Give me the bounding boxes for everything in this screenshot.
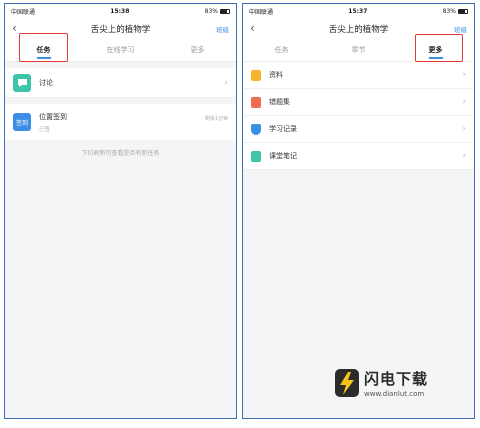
chevron-right-icon: › bbox=[224, 77, 228, 88]
watermark-title: 闪电下载 bbox=[364, 370, 429, 388]
checkin-label: 位置签到 bbox=[39, 112, 67, 121]
clock: 15:38 bbox=[110, 7, 130, 15]
course-title: 舌尖上的植物学 bbox=[328, 25, 389, 35]
class-link[interactable]: 班级 bbox=[216, 24, 229, 34]
course-title: 舌尖上的植物学 bbox=[90, 25, 151, 35]
list-item-class-notes[interactable]: 课堂笔记 › bbox=[243, 143, 474, 170]
status-bar: 中国联通 15:37 83% bbox=[243, 4, 474, 18]
refresh-hint: 下拉刷新可查看是否有新任务 bbox=[81, 150, 160, 157]
discussion-label: 讨论 bbox=[39, 78, 53, 87]
status-bar: 中国联通 15:38 83% bbox=[5, 4, 236, 18]
discussion-icon bbox=[13, 73, 31, 92]
back-icon[interactable]: ‹ bbox=[12, 21, 17, 35]
class-link[interactable]: 班级 bbox=[454, 24, 467, 34]
battery-percent: 83% bbox=[204, 7, 218, 15]
chevron-right-icon: › bbox=[462, 124, 466, 134]
materials-label: 资料 bbox=[269, 71, 283, 79]
nav-bar: ‹ 舌尖上的植物学 班级 bbox=[243, 18, 474, 40]
wrong-questions-icon bbox=[251, 96, 261, 108]
watermark-url: www.dianlut.com bbox=[364, 390, 425, 398]
tab-more[interactable]: 更多 bbox=[397, 40, 474, 62]
tab-bar: 任务 章节 更多 bbox=[243, 34, 474, 62]
list-item-wrong-questions[interactable]: 错题集 › bbox=[243, 89, 474, 116]
list-item-checkin[interactable]: 签到 位置签到 已签 剩余1分钟 bbox=[5, 104, 236, 140]
clock: 15:37 bbox=[348, 7, 368, 15]
chevron-right-icon: › bbox=[462, 151, 466, 161]
more-list: 资料 › 错题集 › 学习记录 › 课堂笔记 › bbox=[243, 62, 474, 170]
note-icon bbox=[251, 150, 261, 162]
checkin-icon: 签到 bbox=[13, 113, 31, 131]
carrier-label: 中国联通 bbox=[249, 8, 274, 16]
tab-tasks[interactable]: 任务 bbox=[243, 40, 320, 62]
tab-chapters[interactable]: 章节 bbox=[320, 40, 397, 62]
task-list: 讨论 › bbox=[5, 68, 236, 98]
tab-bar: 任务 在线学习 更多 bbox=[5, 33, 236, 62]
left-phone-screenshot: 中国联通 15:38 83% ‹ 舌尖上的植物学 班级 任务 在线学习 更多 讨… bbox=[4, 3, 237, 419]
lightning-logo-icon bbox=[334, 368, 360, 398]
checkin-status: 已签 bbox=[39, 126, 51, 133]
study-record-label: 学习记录 bbox=[269, 125, 297, 133]
carrier-label: 中国联通 bbox=[11, 8, 36, 16]
shield-icon bbox=[251, 123, 261, 135]
class-notes-label: 课堂笔记 bbox=[269, 152, 297, 160]
list-item-study-record[interactable]: 学习记录 › bbox=[243, 116, 474, 143]
list-item-discussion[interactable]: 讨论 › bbox=[5, 68, 236, 98]
nav-bar: ‹ 舌尖上的植物学 班级 bbox=[5, 18, 236, 40]
right-phone-screenshot: 中国联通 15:37 83% ‹ 舌尖上的植物学 班级 任务 章节 更多 资料 … bbox=[242, 3, 475, 419]
folder-icon bbox=[251, 69, 261, 81]
watermark: 闪电下载 www.dianlut.com bbox=[334, 368, 428, 398]
wrong-questions-label: 错题集 bbox=[269, 98, 290, 106]
chevron-right-icon: › bbox=[462, 70, 466, 80]
battery-icon bbox=[220, 8, 230, 14]
time-remaining: 剩余1分钟 bbox=[204, 116, 228, 122]
battery-icon bbox=[458, 8, 468, 14]
back-icon[interactable]: ‹ bbox=[250, 21, 255, 35]
tab-more[interactable]: 更多 bbox=[159, 40, 236, 62]
battery-percent: 83% bbox=[442, 7, 456, 15]
tab-tasks[interactable]: 任务 bbox=[5, 40, 82, 62]
chevron-right-icon: › bbox=[462, 97, 466, 107]
list-item-materials[interactable]: 资料 › bbox=[243, 62, 474, 89]
tab-online-learning[interactable]: 在线学习 bbox=[82, 40, 159, 62]
